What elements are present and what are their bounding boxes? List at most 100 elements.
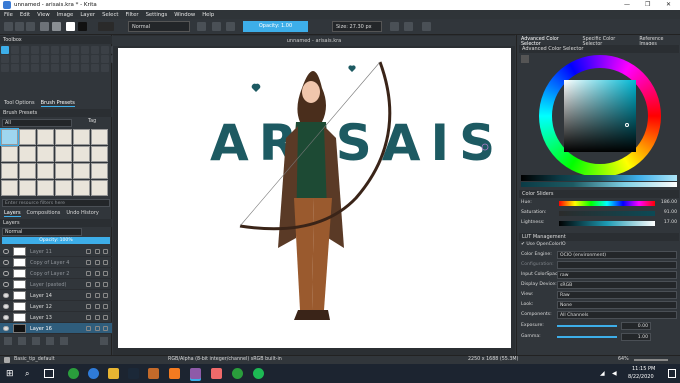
gamma-value[interactable]: 1.00 [621,333,651,341]
alpha-lock-icon[interactable] [86,282,91,287]
multibrush-tool-icon[interactable] [11,55,19,63]
brush-search-input[interactable]: Enter resource filters here [2,199,110,207]
reload-preset-icon[interactable] [226,22,235,31]
polygon-select-tool-icon[interactable] [31,64,39,72]
brush-preset-item[interactable] [1,163,18,179]
brush-preset-item[interactable] [55,146,72,162]
pattern-icon[interactable] [52,22,61,31]
edge-taskbar-icon[interactable] [88,368,99,379]
layer-row[interactable]: Layer 14 [0,290,112,301]
menu-view[interactable]: View [37,12,50,18]
layer-properties-icon[interactable] [103,326,108,331]
layer-row[interactable]: Copy of Layer 2 [0,268,112,279]
inherit-alpha-icon[interactable] [95,282,100,287]
alpha-lock-icon[interactable] [86,326,91,331]
tab-tool-options[interactable]: Tool Options [4,100,35,107]
brush-size-slider[interactable]: Size: 27.30 px [332,21,382,32]
rect-select-tool-icon[interactable] [11,64,19,72]
menu-settings[interactable]: Settings [146,12,168,18]
preserve-alpha-icon[interactable] [212,22,221,31]
layer-row[interactable]: Layer 16 [0,323,112,334]
brush-preset-item[interactable] [19,129,36,145]
fill-tool-icon[interactable] [91,55,99,63]
current-brush-label[interactable]: Basic_tip_default [14,357,55,362]
input-colorspace-select[interactable]: raw [557,271,677,279]
exposure-value[interactable]: 0.00 [621,322,651,330]
layer-properties-icon[interactable] [103,271,108,276]
tab-brush-presets[interactable]: Brush Presets [40,100,75,107]
ellipse-select-tool-icon[interactable] [21,64,29,72]
visibility-icon[interactable] [3,293,9,298]
mirror-horizontal-icon[interactable] [390,22,399,31]
magnetic-select-tool-icon[interactable] [81,64,89,72]
foreground-color-swatch[interactable] [66,22,75,31]
transform-tool-icon[interactable] [21,55,29,63]
calligraphy-tool-icon[interactable] [31,46,39,54]
file-explorer-taskbar-icon[interactable] [108,368,119,379]
color-selector-settings-icon[interactable] [521,55,529,63]
brush-preset-item[interactable] [0,128,19,146]
inherit-alpha-icon[interactable] [95,271,100,276]
zoom-slider[interactable] [634,359,668,361]
saturation-slider[interactable] [559,211,655,216]
brush-tag-button[interactable]: Tag [88,119,96,124]
move-tool-icon[interactable] [31,55,39,63]
add-layer-icon[interactable] [4,337,12,345]
brush-preset-item[interactable] [73,146,90,162]
look-select[interactable]: None [557,301,677,309]
inherit-alpha-icon[interactable] [95,315,100,320]
components-select[interactable]: All Channels [557,311,677,319]
steam-taskbar-icon[interactable] [128,368,139,379]
brush-preset-item[interactable] [91,163,108,179]
layer-properties-icon[interactable] [60,337,68,345]
paint-taskbar-icon[interactable] [211,368,222,379]
layer-row[interactable]: Layer 12 [0,301,112,312]
blender-taskbar-icon[interactable] [169,368,180,379]
visibility-icon[interactable] [3,326,9,331]
brush-preset-item[interactable] [73,180,90,196]
eraser-mode-icon[interactable] [197,22,206,31]
brush-preset-item[interactable] [37,180,54,196]
clock-date[interactable]: 8/22/2020 [628,374,654,380]
tab-undo-history[interactable]: Undo History [66,210,98,217]
inherit-alpha-icon[interactable] [95,293,100,298]
visibility-icon[interactable] [3,315,9,320]
lightness-value[interactable]: 17.00 [659,220,677,225]
text-tool-icon[interactable] [11,46,19,54]
background-color-swatch[interactable] [78,22,87,31]
notification-icon[interactable] [668,369,676,378]
volume-icon[interactable]: ◀ [612,370,617,377]
reference-tool-icon[interactable] [1,64,9,72]
gradient-icon[interactable] [40,22,49,31]
visibility-icon[interactable] [3,282,9,287]
layer-properties-icon[interactable] [103,260,108,265]
recent-colors-strip[interactable] [521,182,677,187]
alpha-lock-icon[interactable] [86,249,91,254]
colorspace-label[interactable]: RGB/Alpha (8-bit integer/channel) sRGB b… [168,357,282,362]
brush-preset-item[interactable] [37,146,54,162]
tab-compositions[interactable]: Compositions [27,210,61,217]
visibility-icon[interactable] [3,260,9,265]
hue-slider[interactable] [559,201,655,206]
visibility-icon[interactable] [3,249,9,254]
brush-preset-item[interactable] [73,129,90,145]
inherit-alpha-icon[interactable] [95,326,100,331]
drawing-canvas[interactable]: ARISAIS [118,48,511,348]
pan-tool-icon[interactable] [101,64,109,72]
freehand-brush-tool-icon[interactable] [41,46,49,54]
opacity-slider[interactable]: Opacity: 1.00 [243,21,308,32]
contiguous-select-tool-icon[interactable] [51,64,59,72]
menu-file[interactable]: File [4,12,13,18]
color-picker-tool-icon[interactable] [61,55,69,63]
brush-preset-item[interactable] [37,129,54,145]
move-layer-up-icon[interactable] [32,337,40,345]
layer-row[interactable]: Layer 13 [0,312,112,323]
hue-value[interactable]: 186.00 [659,200,677,205]
brush-preset-item[interactable] [73,163,90,179]
alpha-lock-icon[interactable] [86,293,91,298]
layer-row[interactable]: Copy of Layer 4 [0,257,112,268]
bezier-tool-icon[interactable] [101,46,109,54]
brush-preset-item[interactable] [55,129,72,145]
move-layer-down-icon[interactable] [46,337,54,345]
layer-properties-icon[interactable] [103,293,108,298]
